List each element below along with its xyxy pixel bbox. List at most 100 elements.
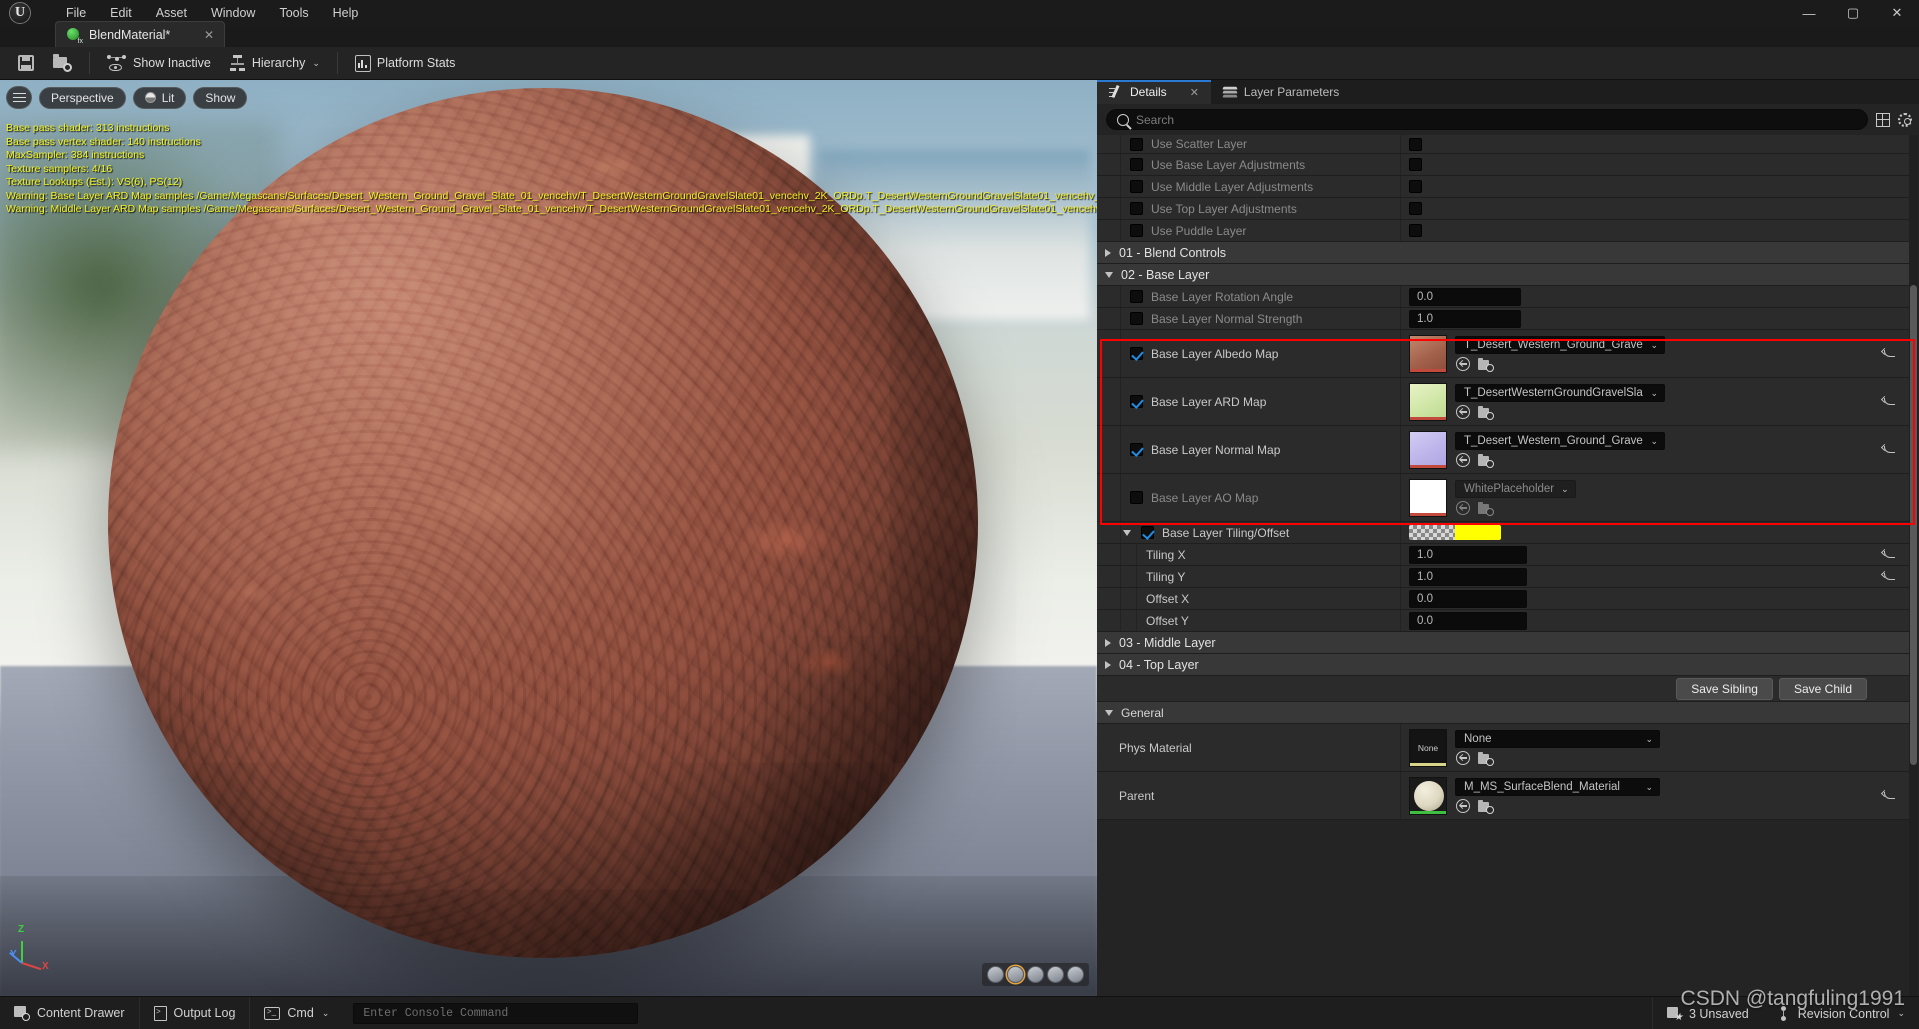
property-row-use-middle-layer-adjustments[interactable]: Use Middle Layer Adjustments (1097, 176, 1909, 198)
property-row-base-layer-normal-strength[interactable]: Base Layer Normal Strength 1.0 (1097, 308, 1909, 330)
preview-shape-cylinder[interactable] (987, 966, 1004, 983)
checkbox-use-middle-layer-adjustments[interactable] (1130, 180, 1143, 193)
reset-to-default-icon[interactable] (1882, 548, 1897, 561)
property-row-tiling-y[interactable]: Tiling Y 1.0 (1097, 566, 1909, 588)
property-row-base-layer-ao-map[interactable]: Base Layer AO Map WhitePlaceholder ⌄ (1097, 474, 1909, 522)
content-drawer-button[interactable]: Content Drawer (0, 996, 140, 1029)
menu-item-tools[interactable]: Tools (267, 2, 320, 24)
browse-to-asset-icon[interactable] (1478, 453, 1494, 468)
browse-to-asset-icon[interactable] (1478, 405, 1494, 420)
property-row-parent[interactable]: Parent M_MS_SurfaceBlend_Material ⌄ (1097, 772, 1909, 820)
checkbox-base-layer-ao-map[interactable] (1130, 491, 1143, 504)
checkbox-base-layer-rotation-angle[interactable] (1130, 290, 1143, 303)
hierarchy-button[interactable]: Hierarchy ⌄ (220, 51, 329, 75)
thumbnail-base-layer-ao[interactable] (1409, 478, 1447, 517)
category-blend-controls[interactable]: 01 - Blend Controls (1097, 242, 1909, 264)
use-selected-asset-icon[interactable] (1456, 501, 1470, 515)
column-layout-icon[interactable] (1876, 112, 1890, 127)
viewport-show-button[interactable]: Show (193, 86, 248, 109)
tab-details[interactable]: Details ✕ (1097, 80, 1211, 104)
category-middle-layer[interactable]: 03 - Middle Layer (1097, 632, 1909, 654)
property-row-use-scatter-layer[interactable]: Use Scatter Layer (1097, 135, 1909, 154)
property-row-base-layer-rotation-angle[interactable]: Base Layer Rotation Angle 0.0 (1097, 286, 1909, 308)
value-checkbox-puddle[interactable] (1409, 224, 1422, 237)
preview-shape-cube[interactable] (1047, 966, 1064, 983)
asset-dropdown-base-layer-albedo[interactable]: T_Desert_Western_Ground_Gravel_Slate ⌄ (1455, 336, 1665, 354)
viewport-options-icon[interactable] (6, 86, 32, 109)
menu-item-help[interactable]: Help (321, 2, 371, 24)
use-selected-asset-icon[interactable] (1456, 357, 1470, 371)
input-tiling-y[interactable]: 1.0 (1409, 567, 1527, 586)
minimize-button[interactable]: — (1787, 0, 1831, 26)
browse-to-asset-icon[interactable] (1478, 357, 1494, 372)
thumbnail-parent-material[interactable] (1409, 776, 1447, 815)
tab-layer-parameters[interactable]: Layer Parameters (1211, 80, 1351, 104)
chevron-down-icon[interactable] (1123, 529, 1131, 536)
console-command-input[interactable]: Enter Console Command (353, 1002, 639, 1024)
maximize-button[interactable]: ▢ (1831, 0, 1875, 26)
reset-to-default-icon[interactable] (1882, 570, 1897, 583)
preview-shape-plane[interactable] (1027, 966, 1044, 983)
viewport-view-mode-button[interactable]: Perspective (39, 86, 126, 109)
cmd-selector[interactable]: Cmd ⌄ (250, 997, 343, 1029)
reset-to-default-icon[interactable] (1882, 395, 1897, 408)
asset-dropdown-base-layer-normal[interactable]: T_Desert_Western_Ground_Gravel_Slate ⌄ (1455, 432, 1665, 450)
asset-dropdown-parent[interactable]: M_MS_SurfaceBlend_Material ⌄ (1455, 778, 1660, 796)
thumbnail-base-layer-normal[interactable] (1409, 430, 1447, 469)
reset-to-default-icon[interactable] (1882, 443, 1897, 456)
browse-to-asset-icon[interactable] (1478, 751, 1494, 766)
input-tiling-x[interactable]: 1.0 (1409, 545, 1527, 564)
property-row-base-layer-ard-map[interactable]: Base Layer ARD Map T_DesertWesternGround… (1097, 378, 1909, 426)
viewport-lighting-button[interactable]: Lit (132, 86, 187, 109)
property-row-tiling-x[interactable]: Tiling X 1.0 (1097, 544, 1909, 566)
color-swatch-base-layer-tiling-offset[interactable] (1409, 525, 1501, 540)
checkbox-use-puddle-layer[interactable] (1130, 224, 1143, 237)
input-base-layer-rotation-angle[interactable]: 0.0 (1409, 287, 1521, 306)
checkbox-use-top-layer-adjustments[interactable] (1130, 202, 1143, 215)
input-base-layer-normal-strength[interactable]: 1.0 (1409, 309, 1521, 328)
value-checkbox-scatter[interactable] (1409, 137, 1422, 151)
tab-details-close-icon[interactable]: ✕ (1190, 86, 1199, 99)
asset-dropdown-base-layer-ao[interactable]: WhitePlaceholder ⌄ (1455, 480, 1576, 498)
asset-dropdown-phys-material[interactable]: None ⌄ (1455, 730, 1660, 748)
viewport-preview-shape-selector[interactable] (982, 963, 1089, 986)
show-inactive-button[interactable]: Show Inactive (98, 51, 220, 75)
property-row-base-layer-albedo-map[interactable]: Base Layer Albedo Map T_Desert_Western_G… (1097, 330, 1909, 378)
close-window-button[interactable]: ✕ (1875, 0, 1919, 26)
browse-to-asset-icon[interactable] (1478, 799, 1494, 814)
thumbnail-base-layer-albedo[interactable] (1409, 334, 1447, 373)
browse-button[interactable] (44, 50, 81, 76)
platform-stats-button[interactable]: Platform Stats (346, 51, 465, 76)
category-base-layer[interactable]: 02 - Base Layer (1097, 264, 1909, 286)
output-log-button[interactable]: Output Log (140, 996, 251, 1029)
input-offset-x[interactable]: 0.0 (1409, 589, 1527, 608)
checkbox-use-scatter-layer[interactable] (1130, 137, 1143, 151)
checkbox-base-layer-tiling-offset[interactable] (1141, 526, 1154, 539)
save-child-button[interactable]: Save Child (1778, 677, 1867, 700)
property-row-phys-material[interactable]: Phys Material None None ⌄ (1097, 724, 1909, 772)
preview-shape-custom[interactable] (1067, 966, 1084, 983)
save-button[interactable] (8, 50, 44, 76)
asset-dropdown-base-layer-ard[interactable]: T_DesertWesternGroundGravelSlate01_ ⌄ (1455, 384, 1665, 402)
property-row-base-layer-normal-map[interactable]: Base Layer Normal Map T_Desert_Western_G… (1097, 426, 1909, 474)
value-checkbox-middle-adj[interactable] (1409, 180, 1422, 193)
checkbox-base-layer-ard-map[interactable] (1130, 395, 1143, 408)
gear-icon[interactable] (1898, 112, 1912, 127)
category-general[interactable]: General (1097, 702, 1909, 724)
use-selected-asset-icon[interactable] (1456, 453, 1470, 467)
reset-to-default-icon[interactable] (1882, 789, 1897, 802)
checkbox-base-layer-normal-strength[interactable] (1130, 312, 1143, 325)
preview-shape-sphere[interactable] (1007, 966, 1024, 983)
thumbnail-base-layer-ard[interactable] (1409, 382, 1447, 421)
property-row-base-layer-tiling-offset[interactable]: Base Layer Tiling/Offset (1097, 522, 1909, 544)
use-selected-asset-icon[interactable] (1456, 799, 1470, 813)
asset-tab-blendmaterial[interactable]: fx BlendMaterial* ✕ (55, 21, 225, 48)
property-row-use-base-layer-adjustments[interactable]: Use Base Layer Adjustments (1097, 154, 1909, 176)
search-input[interactable]: Search (1106, 109, 1868, 130)
thumbnail-phys-material[interactable]: None (1409, 728, 1447, 767)
preview-sphere-mesh[interactable] (108, 88, 978, 958)
checkbox-base-layer-normal-map[interactable] (1130, 443, 1143, 456)
checkbox-use-base-layer-adjustments[interactable] (1130, 158, 1143, 171)
browse-to-asset-icon[interactable] (1478, 501, 1494, 516)
details-scroll-area[interactable]: Use Scatter Layer Use Base Layer Adjustm… (1097, 135, 1919, 996)
